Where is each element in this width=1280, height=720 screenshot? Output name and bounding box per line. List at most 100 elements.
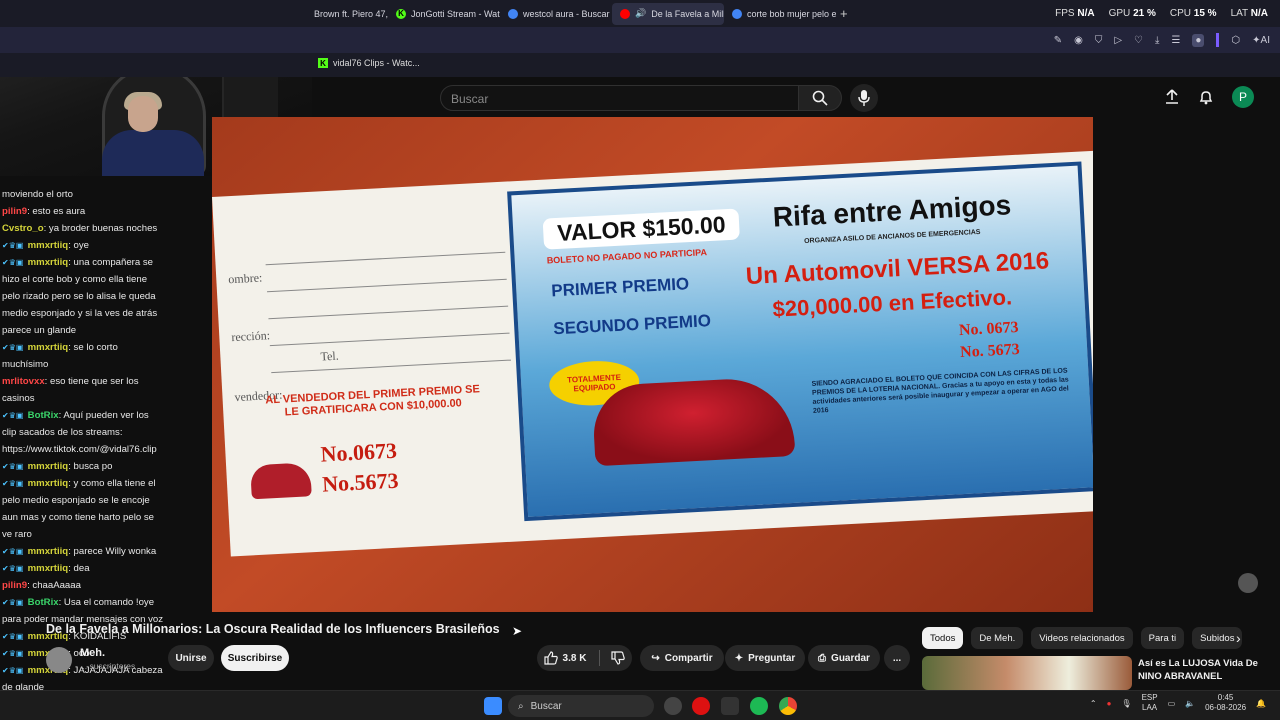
volume-icon[interactable]: 🔈 xyxy=(1185,699,1195,708)
stub-number-2: No.5673 xyxy=(321,467,400,497)
chip-relacionados[interactable]: Videos relacionados xyxy=(1031,627,1133,649)
browser-tabbar: Brown ft. Piero 47, ... KJonGotti Stream… xyxy=(0,0,1280,27)
car-image xyxy=(250,462,312,500)
chat-message: ✔♛▣ mmxrtiiq: se lo corto muchísimo xyxy=(2,339,165,373)
video-player[interactable]: ombre: rección: Tel. vendedor: AL VENDED… xyxy=(212,117,1093,612)
ai-button[interactable]: ✦AI xyxy=(1252,35,1270,46)
like-button[interactable]: 3.8 K xyxy=(537,645,632,671)
badge-icon: ✔♛▣ xyxy=(2,564,26,573)
chevron-right-icon[interactable]: › xyxy=(1236,630,1241,646)
save-button[interactable]: ⎙ Guardar xyxy=(808,645,880,671)
chip-todos[interactable]: Todos xyxy=(922,627,964,649)
tab-4[interactable]: 🔊De la Favela a Millonar xyxy=(612,2,724,25)
chat-username[interactable]: mmxrtiiq xyxy=(28,342,69,353)
chip-para-ti[interactable]: Para ti xyxy=(1140,627,1185,649)
windows-start-icon[interactable] xyxy=(484,697,502,715)
shield-icon[interactable]: ⛉ xyxy=(1095,35,1103,46)
bookmark-icon: ⎙ xyxy=(818,652,827,664)
chat-username[interactable]: mmxrtiiq xyxy=(28,461,69,472)
join-button[interactable]: Unirse xyxy=(168,645,214,671)
chat-username[interactable]: BotRix xyxy=(28,597,59,608)
heart-icon[interactable]: ♡ xyxy=(1134,35,1143,46)
search-input[interactable]: Buscar xyxy=(440,85,800,111)
channel-watermark[interactable] xyxy=(1238,573,1258,593)
epic-games-icon[interactable] xyxy=(721,697,739,715)
chat-username[interactable]: mmxrtiiq xyxy=(28,546,69,557)
more-actions-button[interactable]: ... xyxy=(884,645,910,671)
sidebar-accent xyxy=(1216,33,1220,47)
channel-name[interactable]: Meh. xyxy=(80,647,105,659)
chat-username[interactable]: pilin9 xyxy=(2,206,27,217)
chrome-icon[interactable] xyxy=(779,697,797,715)
search-button[interactable] xyxy=(798,85,842,111)
related-video-title[interactable]: Así es La LUJOSA Vida De NINO ABRAVANEL xyxy=(1138,657,1268,683)
antivirus-icon[interactable]: ● xyxy=(1107,699,1112,708)
microphone-icon xyxy=(858,90,870,106)
new-tab-button[interactable]: + xyxy=(840,6,848,21)
app-icon[interactable] xyxy=(664,697,682,715)
tab-3[interactable]: westcol aura - Buscar con xyxy=(500,3,612,25)
microphone-icon[interactable]: 🎙 xyxy=(1121,699,1131,708)
taskbar-search[interactable]: ⌕ Buscar xyxy=(508,695,654,717)
chip-de-meh[interactable]: De Meh. xyxy=(971,627,1024,649)
chat-username[interactable]: mmxrtiiq xyxy=(28,240,69,251)
chat-text: : chaaAaaaa xyxy=(27,580,81,591)
thumbs-up-icon xyxy=(543,651,558,665)
chevron-up-icon[interactable]: ⌃ xyxy=(1090,699,1097,708)
notification-icon[interactable]: 🔔 xyxy=(1256,699,1266,708)
chat-text: : una compañera se hizo el corte bob y c… xyxy=(2,257,158,336)
stub-number-1: No.0673 xyxy=(319,437,398,467)
language-indicator[interactable]: ESP LAA xyxy=(1142,693,1158,713)
chip-subidos[interactable]: Subidos xyxy=(1192,627,1243,649)
subscribe-button[interactable]: Suscribirse xyxy=(221,645,289,671)
ask-button[interactable]: ✦ Preguntar xyxy=(725,645,805,671)
chat-username[interactable]: mrlitovxx xyxy=(2,376,45,387)
system-tray: ⌃ ● 🎙 ESP LAA ▭ 🔈 0:45 06-08-2026 🔔 xyxy=(1090,693,1266,713)
search-icon: ⌕ xyxy=(518,700,524,712)
chat-message: Cvstro_o: ya broder buenas noches xyxy=(2,220,165,237)
network-icon[interactable]: ▭ xyxy=(1168,699,1176,708)
chat-username[interactable]: mmxrtiiq xyxy=(28,563,69,574)
thumbs-down-icon[interactable] xyxy=(611,651,626,665)
spotify-icon[interactable] xyxy=(750,697,768,715)
tab-1[interactable]: Brown ft. Piero 47, ... xyxy=(306,3,388,25)
search-icon xyxy=(812,90,828,106)
channel-avatar[interactable] xyxy=(46,647,72,673)
bell-icon[interactable] xyxy=(1198,89,1214,105)
chat-username[interactable]: mmxrtiiq xyxy=(28,257,69,268)
edit-icon[interactable]: ✎ xyxy=(1054,35,1062,46)
windows-taskbar: ⌕ Buscar ⌃ ● 🎙 ESP LAA ▭ 🔈 0:45 06-08-202… xyxy=(0,690,1280,720)
chat-username[interactable]: pilin9 xyxy=(2,580,27,591)
chat-message: pilin9: chaaAaaaa xyxy=(2,577,165,594)
badge-icon: ✔♛▣ xyxy=(2,547,26,556)
chat-text: : oye xyxy=(68,240,89,251)
youtube-icon xyxy=(620,8,630,19)
chat-username[interactable]: Cvstro_o xyxy=(2,223,44,234)
badge-icon: ✔♛▣ xyxy=(2,241,26,250)
opera-icon[interactable] xyxy=(692,697,710,715)
extension-icon[interactable]: ⬡ xyxy=(1231,35,1240,46)
video-title: De la Favela a Millonarios: La Oscura Re… xyxy=(46,622,500,636)
menu-icon[interactable]: ☰ xyxy=(1171,35,1180,46)
share-button[interactable]: ↪ Compartir xyxy=(640,645,724,671)
tab-2[interactable]: K JonGotti Stream - Watch xyxy=(388,3,500,25)
bookmark-vidal76[interactable]: K vidal76 Clips - Watc... xyxy=(318,58,420,68)
chat-text: : Usa el comando !oye para poder mandar … xyxy=(2,597,164,625)
upload-icon[interactable] xyxy=(1164,89,1180,105)
chat-username[interactable]: BotRix xyxy=(28,410,59,421)
profile-icon[interactable]: ● xyxy=(1192,33,1205,47)
play-icon[interactable]: ▷ xyxy=(1114,35,1122,46)
chat-message: moviendo el orto xyxy=(2,186,165,203)
clock[interactable]: 0:45 06-08-2026 xyxy=(1205,693,1246,713)
chat-username[interactable]: mmxrtiiq xyxy=(28,478,69,489)
channel-subscribers: ... suscriptores xyxy=(80,661,136,671)
tab-5[interactable]: corte bob mujer pelo esp xyxy=(724,3,836,25)
first-prize-label: PRIMER PREMIO xyxy=(550,274,690,301)
download-icon[interactable]: ⤓ xyxy=(1155,35,1159,46)
voice-search-button[interactable] xyxy=(850,84,878,112)
account-avatar[interactable]: P xyxy=(1232,86,1254,108)
badge-icon: ✔♛▣ xyxy=(2,258,26,267)
kick-icon: K xyxy=(396,8,406,19)
camera-icon[interactable]: ◉ xyxy=(1074,35,1083,46)
related-video-thumbnail[interactable] xyxy=(922,656,1132,690)
